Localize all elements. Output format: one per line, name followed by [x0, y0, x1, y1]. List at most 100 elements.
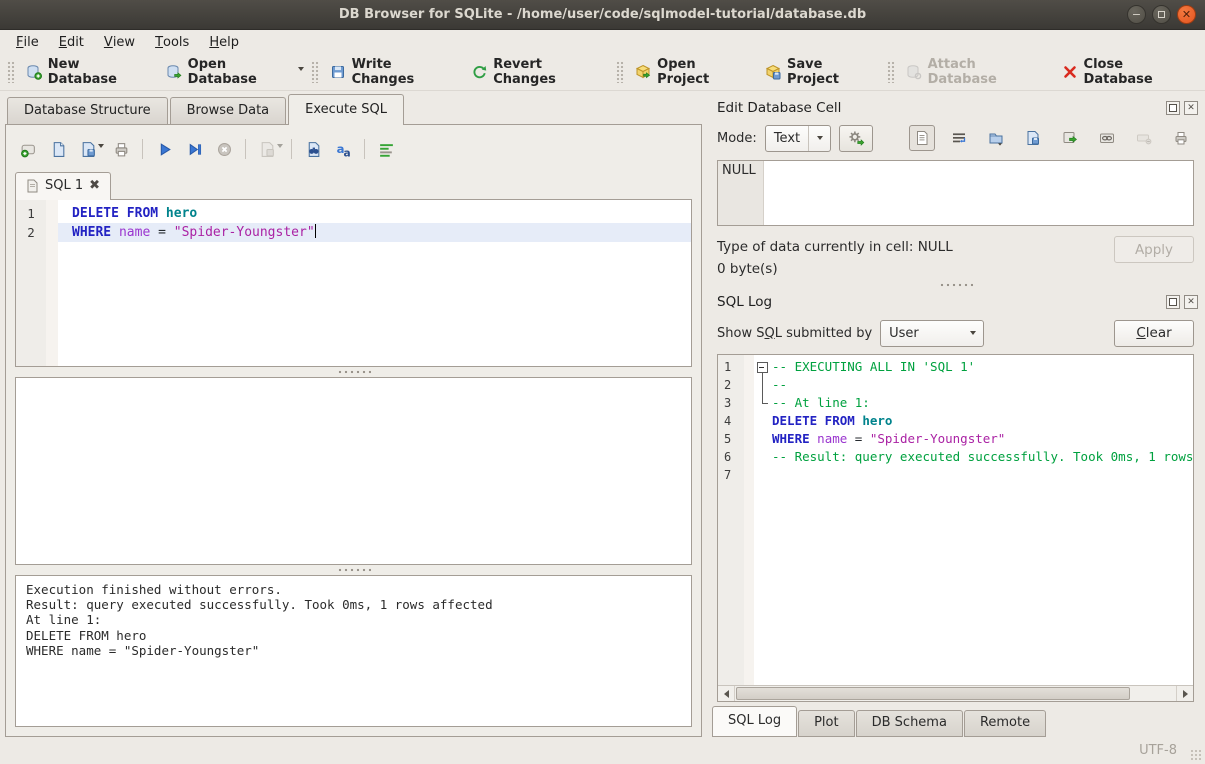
menu-help[interactable]: Help [199, 30, 249, 54]
new-sql-tab-button[interactable] [15, 136, 41, 162]
editor-line[interactable]: 1DELETE FROM hero [16, 204, 691, 223]
results-table-area[interactable] [15, 377, 692, 565]
scroll-left-arrow[interactable] [718, 686, 734, 701]
open-project-button[interactable]: Open Project [627, 52, 757, 92]
print-icon [1173, 130, 1189, 146]
dock-close-icon[interactable]: ✕ [1184, 295, 1198, 309]
word-wrap-button[interactable] [373, 136, 399, 162]
toolbar-handle[interactable] [887, 61, 895, 83]
toolbar-handle[interactable] [7, 61, 15, 83]
tab-database-structure[interactable]: Database Structure [7, 97, 168, 124]
auto-format-button[interactable]: aa [330, 136, 356, 162]
find-icon [305, 141, 322, 158]
open-sql-file-button[interactable] [45, 136, 71, 162]
execution-messages[interactable]: Execution finished without errors.Result… [15, 575, 692, 727]
mode-combobox[interactable]: Text [765, 125, 831, 152]
menu-file[interactable]: File [6, 30, 49, 54]
tab-execute-sql[interactable]: Execute SQL [288, 94, 404, 125]
tab-browse-data[interactable]: Browse Data [170, 97, 287, 124]
svg-text:a: a [343, 146, 350, 158]
cell-word-wrap-button[interactable] [946, 125, 972, 151]
dock-tab-sql-log[interactable]: SQL Log [712, 706, 797, 737]
new-database-button[interactable]: New Database [18, 52, 158, 92]
main-toolbar: New Database Open Database Write Changes… [0, 54, 1205, 91]
sql-code-editor[interactable]: 1DELETE FROM hero2WHERE name = "Spider-Y… [15, 199, 692, 367]
editor-results-splitter[interactable] [15, 367, 692, 377]
fold-column [754, 412, 772, 430]
message-line: DELETE FROM hero [26, 628, 681, 643]
scrollbar-thumb[interactable] [736, 687, 1130, 700]
fold-column [754, 448, 772, 466]
message-line: WHERE name = "Spider-Youngster" [26, 643, 681, 658]
cell-type-info: Type of data currently in cell: NULL [717, 236, 953, 258]
close-database-label: Close Database [1084, 57, 1193, 87]
fold-marker[interactable] [754, 358, 772, 376]
scroll-right-arrow[interactable] [1177, 686, 1193, 701]
revert-changes-icon [471, 64, 487, 80]
mode-value: Text [774, 131, 800, 146]
sql-tab-close-icon[interactable]: ✖ [89, 178, 100, 193]
minimize-button[interactable]: − [1127, 5, 1146, 24]
splitter-handle-icon [939, 283, 973, 287]
message-line: Execution finished without errors. [26, 582, 681, 597]
open-database-button[interactable]: Open Database [158, 52, 304, 92]
execute-all-button[interactable] [151, 136, 177, 162]
save-project-button[interactable]: Save Project [757, 52, 884, 92]
revert-changes-button[interactable]: Revert Changes [463, 52, 613, 92]
results-messages-splitter[interactable] [15, 565, 692, 575]
save-sql-dropdown[interactable] [98, 148, 104, 163]
menu-edit[interactable]: Edit [49, 30, 94, 54]
editor-line[interactable]: 2WHERE name = "Spider-Youngster" [16, 223, 691, 242]
log-line: 5WHERE name = "Spider-Youngster" [718, 430, 1193, 448]
sql-file-tab-label: SQL 1 [45, 178, 83, 193]
menu-tools[interactable]: Tools [145, 30, 199, 54]
print-cell-button[interactable] [1168, 125, 1194, 151]
link-cell-button[interactable] [1094, 125, 1120, 151]
resize-grip[interactable] [1190, 749, 1202, 761]
menu-view[interactable]: View [94, 30, 145, 54]
execute-line-button[interactable] [181, 136, 207, 162]
print-sql-button[interactable] [108, 136, 134, 162]
sql-file-tab[interactable]: SQL 1 ✖ [15, 172, 111, 200]
cell-value-editor: NULL [717, 160, 1194, 226]
export-cell-data-button[interactable] [1020, 125, 1046, 151]
dock-tab-plot[interactable]: Plot [798, 710, 855, 737]
dock-tab-db-schema[interactable]: DB Schema [856, 710, 963, 737]
cell-mode-row: Mode: Text [711, 120, 1200, 156]
scrollbar-track[interactable] [734, 686, 1177, 701]
dock-tab-remote[interactable]: Remote [964, 710, 1046, 737]
fold-marker [754, 376, 772, 394]
close-database-button[interactable]: Close Database [1054, 52, 1201, 92]
log-filter-value: User [889, 326, 919, 341]
log-filter-combobox[interactable]: User [880, 320, 984, 347]
dock-close-icon[interactable]: ✕ [1184, 101, 1198, 115]
auto-switch-mode-button[interactable] [839, 125, 873, 152]
open-in-app-button[interactable] [1057, 125, 1083, 151]
dock-float-icon[interactable] [1166, 295, 1180, 309]
dock-splitter[interactable] [711, 280, 1200, 290]
new-database-label: New Database [48, 57, 150, 87]
save-file-icon [80, 141, 97, 158]
toolbar-handle[interactable] [311, 61, 319, 83]
open-database-dropdown[interactable] [298, 67, 308, 78]
write-changes-button[interactable]: Write Changes [322, 52, 464, 92]
sql-log-title: SQL Log [717, 294, 1166, 310]
set-null-icon [1136, 130, 1152, 146]
cell-value-input[interactable] [764, 161, 1193, 225]
find-button[interactable] [300, 136, 326, 162]
text-mode-button[interactable] [909, 125, 935, 151]
encoding-indicator[interactable]: UTF-8 [1139, 743, 1177, 758]
fold-column [754, 466, 772, 484]
line-number: 2 [718, 376, 744, 394]
left-arrow-icon [724, 690, 729, 698]
log-horizontal-scrollbar[interactable] [718, 685, 1193, 701]
fold-column [754, 430, 772, 448]
close-button[interactable]: ✕ [1177, 5, 1196, 24]
maximize-button[interactable] [1152, 5, 1171, 24]
attach-database-label: Attach Database [928, 57, 1046, 87]
clear-log-button[interactable]: Clear [1114, 320, 1194, 347]
toolbar-handle[interactable] [616, 61, 624, 83]
dock-float-icon[interactable] [1166, 101, 1180, 115]
import-cell-data-button[interactable] [983, 125, 1009, 151]
sql-log-content[interactable]: 1-- EXECUTING ALL IN 'SQL 1'2--3-- At li… [718, 355, 1193, 685]
